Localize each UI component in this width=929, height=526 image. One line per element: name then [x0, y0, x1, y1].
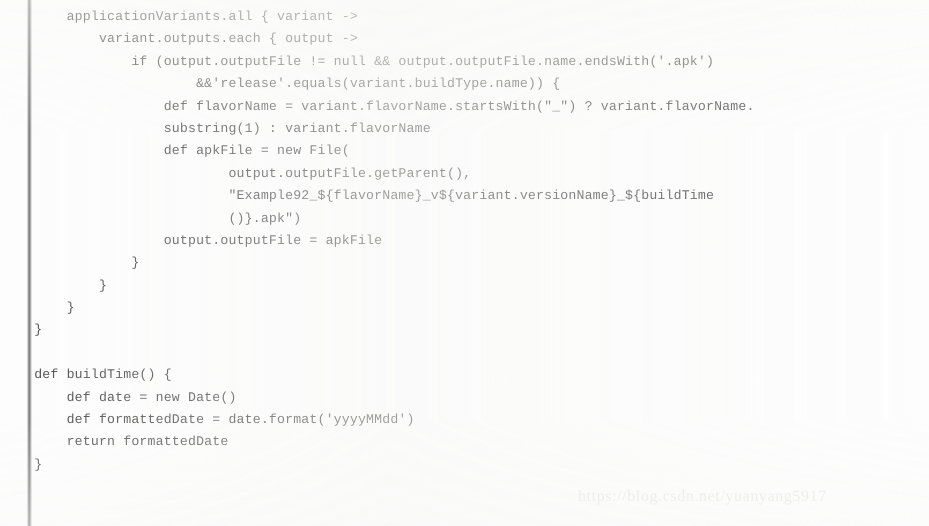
code-line: substring(1) : variant.flavorName	[18, 120, 431, 136]
watermark-text: https://blog.csdn.net/yuanyang5917	[578, 488, 827, 505]
code-line: applicationVariants.all { variant ->	[18, 9, 358, 24]
code-line: return formattedDate	[18, 434, 229, 450]
code-line: def apkFile = new File(	[18, 143, 350, 159]
code-screenshot: applicationVariants.all { variant -> var…	[0, 0, 929, 526]
code-line: }	[18, 300, 75, 316]
code-line: }	[18, 456, 43, 472]
code-line: def buildTime() {	[18, 367, 172, 383]
code-line: output.outputFile.getParent(),	[18, 165, 472, 181]
code-line: if (output.outputFile != null && output.…	[18, 53, 715, 69]
code-block: applicationVariants.all { variant -> var…	[0, 0, 929, 476]
code-line: }	[18, 322, 43, 338]
code-line: def flavorName = variant.flavorName.star…	[18, 98, 755, 114]
code-line: output.outputFile = apkFile	[18, 232, 383, 248]
code-line: &&'release'.equals(variant.buildType.nam…	[18, 76, 561, 92]
code-line: def formattedDate = date.format('yyyyMMd…	[18, 412, 415, 428]
code-line: }	[18, 255, 140, 271]
code-line: def date = new Date()	[18, 389, 237, 405]
code-line: "Example92_${flavorName}_v${variant.vers…	[18, 188, 715, 204]
code-line: ()}.apk")	[18, 210, 302, 226]
code-line: }	[18, 277, 108, 293]
code-line: variant.outputs.each { output ->	[18, 31, 358, 47]
